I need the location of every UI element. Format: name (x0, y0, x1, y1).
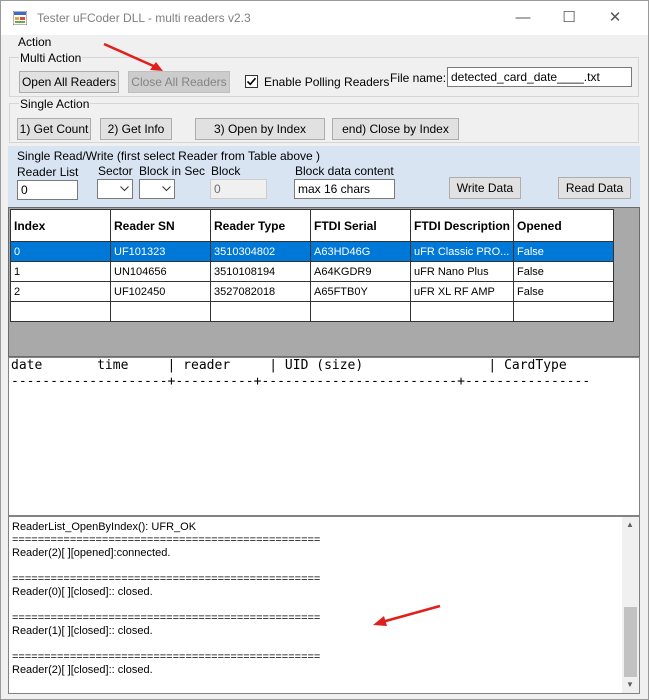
file-name-field[interactable]: detected_card_date____.txt (447, 67, 632, 87)
table-cell[interactable]: UF101323 (110, 241, 211, 262)
table-cell[interactable]: A64KGDR9 (310, 261, 411, 282)
log-line: Reader(2)[ ][opened]:connected. (12, 547, 171, 559)
readers-table-container: Index Reader SN Reader Type FTDI Serial … (8, 207, 640, 357)
log-line: ========================================… (12, 573, 321, 585)
log-line: Reader(0)[ ][closed]:: closed. (12, 586, 153, 598)
scrollbar-thumb[interactable] (624, 607, 637, 677)
minimize-button[interactable]: — (500, 1, 546, 35)
table-cell[interactable]: UF102450 (110, 281, 211, 302)
block-in-sec-select[interactable] (139, 179, 175, 199)
get-count-button[interactable]: 1) Get Count (17, 118, 91, 140)
open-by-index-button[interactable]: 3) Open by Index (195, 118, 325, 140)
chevron-down-icon (120, 186, 129, 192)
write-data-button[interactable]: Write Data (449, 177, 521, 199)
reader-list-label: Reader List (17, 165, 79, 179)
log-line: ========================================… (12, 651, 321, 663)
chevron-down-icon (162, 186, 171, 192)
card-log-header: date time | reader | UID (size) | CardTy… (11, 358, 567, 373)
table-new-row[interactable] (10, 301, 615, 322)
table-cell[interactable] (10, 301, 111, 322)
table-cell[interactable] (409, 301, 515, 322)
action-group-label: Action (17, 35, 53, 49)
sector-label: Sector (98, 164, 133, 178)
column-header-ftdi-serial[interactable]: FTDI Serial (310, 209, 411, 242)
table-cell[interactable] (310, 301, 411, 322)
table-row[interactable]: 2 UF102450 3527082018 A65FTB0Y uFR XL RF… (10, 281, 615, 302)
window-title: Tester uFCoder DLL - multi readers v2.3 (37, 11, 251, 25)
scroll-up-icon[interactable]: ▲ (626, 520, 634, 529)
block-data-field[interactable]: max 16 chars (294, 179, 395, 199)
table-cell[interactable]: 1 (10, 261, 111, 282)
checkmark-icon (246, 77, 257, 86)
read-write-title: Single Read/Write (first select Reader f… (17, 149, 321, 163)
table-cell[interactable]: False (513, 261, 615, 282)
table-cell[interactable]: uFR XL RF AMP (409, 281, 515, 302)
table-cell[interactable]: A65FTB0Y (310, 281, 411, 302)
column-header-index[interactable]: Index (10, 209, 111, 242)
annotation-arrow-icon (103, 42, 163, 71)
table-cell[interactable]: uFR Classic PRO... (409, 241, 515, 262)
log-line: Reader(2)[ ][closed]:: closed. (12, 664, 153, 676)
block-data-label: Block data content (295, 164, 394, 178)
card-log-textbox[interactable]: date time | reader | UID (size) | CardTy… (8, 357, 640, 516)
table-cell[interactable]: False (513, 241, 615, 262)
app-icon (13, 11, 27, 25)
sector-select[interactable] (97, 179, 133, 199)
read-data-button[interactable]: Read Data (558, 177, 631, 199)
block-field[interactable]: 0 (210, 179, 267, 199)
table-cell[interactable] (513, 301, 615, 322)
table-cell[interactable]: uFR Nano Plus (409, 261, 515, 282)
file-name-label: File name: (390, 71, 447, 85)
table-cell[interactable]: False (513, 281, 615, 302)
get-info-button[interactable]: 2) Get Info (100, 118, 172, 140)
readers-table: Index Reader SN Reader Type FTDI Serial … (10, 209, 615, 322)
maximize-icon: ☐ (562, 9, 576, 26)
log-line: ReaderList_OpenByIndex(): UFR_OK (12, 521, 197, 533)
column-header-opened[interactable]: Opened (513, 209, 615, 242)
annotation-arrow-icon (373, 604, 441, 626)
app-window: Tester uFCoder DLL - multi readers v2.3 … (0, 0, 649, 700)
table-cell[interactable] (210, 301, 311, 322)
block-label: Block (211, 164, 241, 178)
multi-action-label: Multi Action (19, 51, 83, 65)
table-cell[interactable]: 3510108194 (210, 261, 311, 282)
status-log-scrollbar[interactable]: ▲ ▼ (622, 517, 639, 693)
card-log-separator: --------------------+----------+--------… (11, 374, 591, 389)
table-cell[interactable]: UN104656 (110, 261, 211, 282)
maximize-button[interactable]: ☐ (546, 1, 592, 35)
table-cell[interactable]: 0 (10, 241, 111, 262)
column-header-ftdi-description[interactable]: FTDI Description (409, 209, 515, 242)
close-icon: ✕ (608, 9, 622, 26)
reader-list-field[interactable]: 0 (17, 180, 78, 200)
title-bar[interactable]: Tester uFCoder DLL - multi readers v2.3 … (1, 1, 648, 35)
status-log-textbox[interactable]: ReaderList_OpenByIndex(): UFR_OK =======… (8, 516, 640, 694)
block-in-sec-label: Block in Sec (139, 164, 206, 178)
enable-polling-checkbox[interactable] (245, 75, 258, 88)
close-by-index-button[interactable]: end) Close by Index (332, 118, 459, 140)
log-line: ========================================… (12, 612, 321, 624)
table-cell[interactable] (110, 301, 211, 322)
table-row[interactable]: 0 UF101323 3510304802 A63HD46G uFR Class… (10, 241, 615, 262)
column-header-reader-sn[interactable]: Reader SN (110, 209, 211, 242)
table-row[interactable]: 1 UN104656 3510108194 A64KGDR9 uFR Nano … (10, 261, 615, 282)
column-header-reader-type[interactable]: Reader Type (210, 209, 311, 242)
log-line: ========================================… (12, 534, 321, 546)
close-button[interactable]: ✕ (592, 1, 638, 35)
table-cell[interactable]: 2 (10, 281, 111, 302)
log-line: Reader(1)[ ][closed]:: closed. (12, 625, 153, 637)
table-header-row: Index Reader SN Reader Type FTDI Serial … (10, 209, 615, 242)
table-cell[interactable]: 3510304802 (210, 241, 311, 262)
scroll-down-icon[interactable]: ▼ (626, 680, 634, 689)
table-cell[interactable]: 3527082018 (210, 281, 311, 302)
minimize-icon: — (515, 9, 531, 26)
enable-polling-label: Enable Polling Readers (264, 75, 390, 89)
single-action-label: Single Action (19, 97, 91, 111)
status-log-lines: ReaderList_OpenByIndex(): UFR_OK =======… (12, 521, 622, 677)
table-cell[interactable]: A63HD46G (310, 241, 411, 262)
